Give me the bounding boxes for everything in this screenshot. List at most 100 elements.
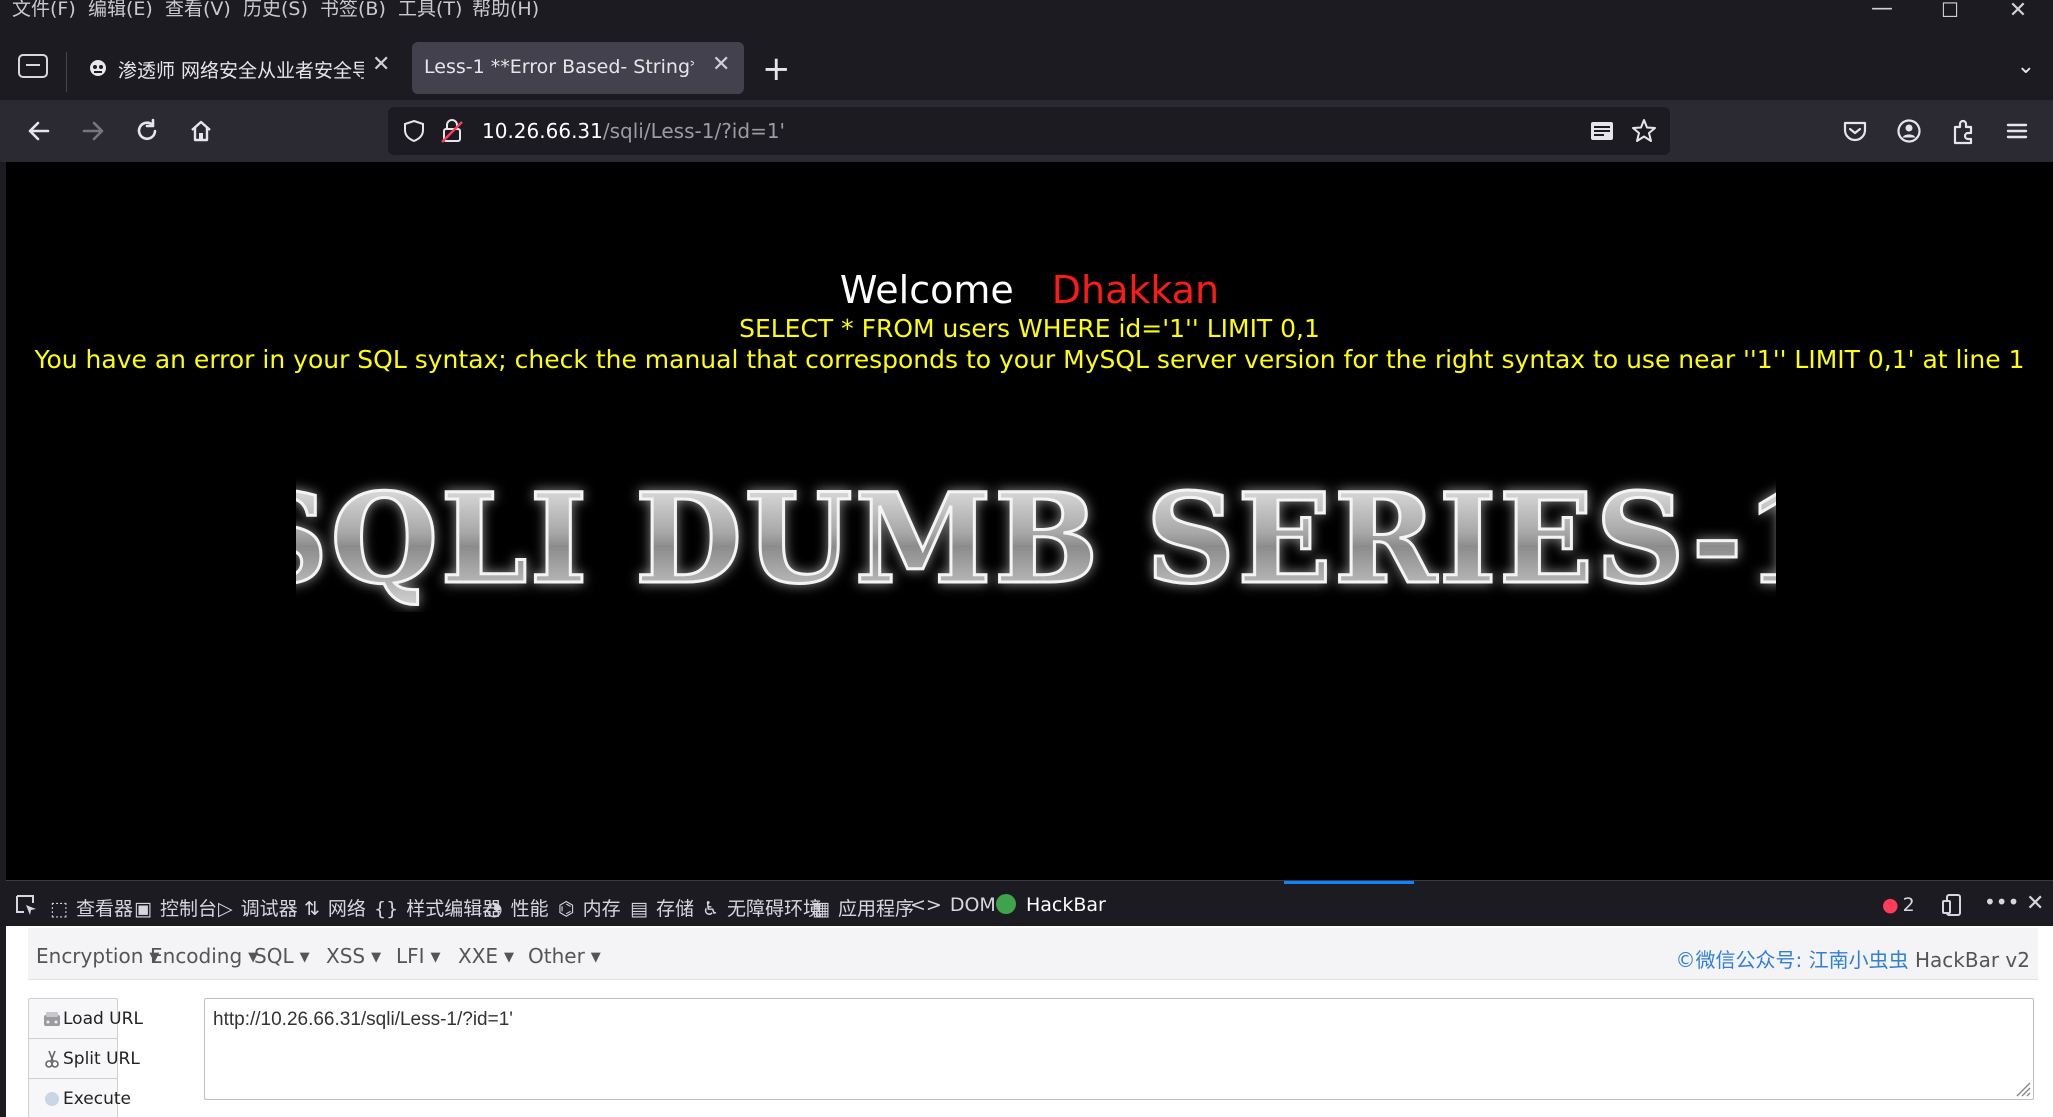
menu-help[interactable]: 帮助(H) bbox=[472, 0, 539, 21]
error-count-badge[interactable]: ● 2 bbox=[1882, 894, 1915, 916]
menu-view[interactable]: 查看(V) bbox=[165, 0, 231, 21]
devtools-tab-application[interactable]: ▦ 应用程序 bbox=[812, 894, 914, 921]
hackbar-menu-xxe[interactable]: XXE ▼ bbox=[458, 944, 514, 968]
hackbar-menu: Encryption ▼ Encoding ▼ SQL ▼ XSS ▼ LFI ▼ XXE… bbox=[28, 928, 2038, 980]
split-url-button[interactable]: Split URL bbox=[28, 1038, 140, 1080]
accessibility-icon: ♿ bbox=[702, 898, 720, 920]
devtools-tab-dom[interactable]: <> DOM bbox=[910, 894, 996, 916]
menu-bar: 文件(F) 编辑(E) 查看(V) 历史(S) 书签(B) 工具(T) 帮助(H… bbox=[0, 0, 2053, 23]
tab-less-1[interactable]: Less-1 **Error Based- String** ✕ bbox=[412, 42, 744, 94]
tab-list-icon[interactable] bbox=[18, 54, 48, 78]
scissors-icon bbox=[45, 1050, 59, 1068]
performance-icon: ◔ bbox=[486, 898, 503, 920]
execute-icon bbox=[45, 1092, 59, 1106]
favicon-icon bbox=[90, 60, 106, 76]
dom-icon: <> bbox=[910, 894, 942, 916]
console-icon: ▣ bbox=[134, 898, 152, 920]
back-icon[interactable] bbox=[26, 118, 52, 144]
style-editor-icon: {} bbox=[374, 898, 399, 920]
menu-icon[interactable] bbox=[2004, 118, 2030, 144]
hackbar-menu-encryption[interactable]: Encryption ▼ bbox=[36, 944, 159, 968]
network-icon: ⇅ bbox=[304, 898, 320, 920]
devtools-close-icon[interactable]: ✕ bbox=[2026, 891, 2044, 916]
forward-icon[interactable] bbox=[80, 118, 106, 144]
bookmark-star-icon[interactable] bbox=[1631, 118, 1657, 144]
devtools-tab-memory[interactable]: ⌬ 内存 bbox=[558, 894, 621, 921]
responsive-design-icon[interactable] bbox=[1940, 893, 1964, 917]
devtools-tab-accessibility[interactable]: ♿ 无障碍环境 bbox=[702, 894, 822, 921]
tab-close-icon[interactable]: ✕ bbox=[712, 52, 730, 77]
pocket-icon[interactable] bbox=[1842, 118, 1868, 144]
devtools-toolbar: ⬚ 查看器 ▣ 控制台 ▷ 调试器 ⇅ 网络 {} 样式编辑器 ◔ 性能 ⌬ 内存 ▤ 存储 ♿… bbox=[6, 880, 2053, 926]
chevron-down-icon: ▼ bbox=[299, 950, 310, 965]
execute-button[interactable]: Execute bbox=[28, 1078, 131, 1117]
welcome-line: Welcome Dhakkan bbox=[6, 268, 2053, 312]
devtools-tab-inspector[interactable]: ⬚ 查看器 bbox=[50, 894, 133, 921]
minimize-button[interactable]: — bbox=[1862, 0, 1902, 21]
url-host: 10.26.66.31 bbox=[482, 119, 603, 143]
hackbar-url-textarea[interactable]: http://10.26.66.31/sqli/Less-1/?id=1' bbox=[204, 998, 2034, 1100]
tab-bar: 渗透师 网络安全从业者安全导航 ✕ Less-1 **Error Based- … bbox=[0, 20, 2053, 100]
menu-bookmarks[interactable]: 书签(B) bbox=[320, 0, 386, 21]
resize-grip-icon[interactable] bbox=[2013, 1079, 2031, 1097]
svg-text:SQLI DUMB SERIES-1: SQLI DUMB SERIES-1 bbox=[296, 467, 1776, 612]
active-tab-indicator bbox=[1284, 881, 1414, 884]
hackbar-icon bbox=[996, 894, 1016, 914]
home-icon[interactable] bbox=[188, 118, 214, 144]
sql-error-text: You have an error in your SQL syntax; ch… bbox=[34, 345, 2025, 374]
welcome-label: Welcome bbox=[839, 268, 1014, 312]
element-picker-icon[interactable] bbox=[14, 893, 38, 917]
hackbar-url-value: http://10.26.66.31/sqli/Less-1/?id=1' bbox=[213, 1009, 513, 1030]
devtools-tab-debugger[interactable]: ▷ 调试器 bbox=[218, 894, 298, 921]
devtools-tab-storage[interactable]: ▤ 存储 bbox=[630, 894, 694, 921]
devtools-tab-performance[interactable]: ◔ 性能 bbox=[486, 894, 549, 921]
url-text[interactable]: 10.26.66.31/sqli/Less-1/?id=1' bbox=[482, 119, 785, 143]
devtools-tab-style-editor[interactable]: {} 样式编辑器 bbox=[374, 894, 501, 921]
chevron-down-icon: ▼ bbox=[430, 950, 441, 965]
account-icon[interactable] bbox=[1896, 118, 1922, 144]
tab-separator bbox=[66, 52, 67, 92]
error-icon: ● bbox=[1882, 894, 1899, 916]
tab-title: 渗透师 网络安全从业者安全导航 bbox=[118, 60, 364, 82]
url-bar[interactable]: 10.26.66.31/sqli/Less-1/?id=1' bbox=[388, 107, 1670, 155]
load-url-button[interactable]: Load URL bbox=[28, 998, 143, 1040]
inspector-icon: ⬚ bbox=[50, 898, 68, 920]
reload-icon[interactable] bbox=[134, 118, 160, 144]
new-tab-button[interactable]: + bbox=[762, 52, 791, 86]
more-options-icon[interactable]: ••• bbox=[1984, 890, 2019, 914]
memory-icon: ⌬ bbox=[558, 898, 575, 920]
extensions-icon[interactable] bbox=[1950, 117, 1976, 145]
welcome-name: Dhakkan bbox=[1051, 268, 1220, 312]
menu-edit[interactable]: 编辑(E) bbox=[88, 0, 153, 21]
load-url-icon bbox=[44, 1012, 60, 1026]
devtools-tab-hackbar[interactable]: HackBar bbox=[996, 894, 1106, 916]
hackbar-menu-encoding[interactable]: Encoding ▼ bbox=[150, 944, 258, 968]
debugger-icon: ▷ bbox=[218, 898, 233, 920]
chevron-down-icon: ▼ bbox=[371, 950, 382, 965]
tab-overflow-icon[interactable]: ⌄ bbox=[2017, 54, 2035, 79]
application-icon: ▦ bbox=[812, 898, 830, 920]
tab-pentest-nav[interactable]: 渗透师 网络安全从业者安全导航 ✕ bbox=[76, 42, 396, 94]
menu-history[interactable]: 历史(S) bbox=[243, 0, 308, 21]
menu-tools[interactable]: 工具(T) bbox=[398, 0, 462, 21]
hackbar-menu-xss[interactable]: XSS ▼ bbox=[326, 944, 381, 968]
hackbar-menu-lfi[interactable]: LFI ▼ bbox=[396, 944, 441, 968]
chevron-down-icon: ▼ bbox=[590, 950, 601, 965]
tab-close-icon[interactable]: ✕ bbox=[372, 52, 390, 77]
shield-icon[interactable] bbox=[402, 119, 426, 143]
menu-file[interactable]: 文件(F) bbox=[12, 0, 76, 21]
maximize-button[interactable]: ☐ bbox=[1930, 0, 1970, 22]
devtools-panel: ⬚ 查看器 ▣ 控制台 ▷ 调试器 ⇅ 网络 {} 样式编辑器 ◔ 性能 ⌬ 内存 ▤ 存储 ♿… bbox=[6, 880, 2053, 1117]
hackbar-credit: ©微信公众号: 江南小虫虫 HackBar v2 bbox=[1675, 948, 2030, 972]
hackbar-menu-other[interactable]: Other ▼ bbox=[528, 944, 601, 968]
hackbar-menu-sql[interactable]: SQL ▼ bbox=[254, 944, 310, 968]
url-path: /sqli/Less-1/?id=1' bbox=[602, 119, 786, 143]
sql-query-text: SELECT * FROM users WHERE id='1'' LIMIT … bbox=[739, 314, 1320, 343]
page-content: Welcome Dhakkan SELECT * FROM users WHERE… bbox=[6, 162, 2053, 880]
devtools-tab-network[interactable]: ⇅ 网络 bbox=[304, 894, 366, 921]
storage-icon: ▤ bbox=[630, 898, 648, 920]
tab-title: Less-1 **Error Based- String** bbox=[424, 56, 694, 78]
reader-view-icon[interactable] bbox=[1588, 119, 1616, 143]
devtools-tab-console[interactable]: ▣ 控制台 bbox=[134, 894, 217, 921]
insecure-lock-icon[interactable] bbox=[440, 118, 464, 144]
